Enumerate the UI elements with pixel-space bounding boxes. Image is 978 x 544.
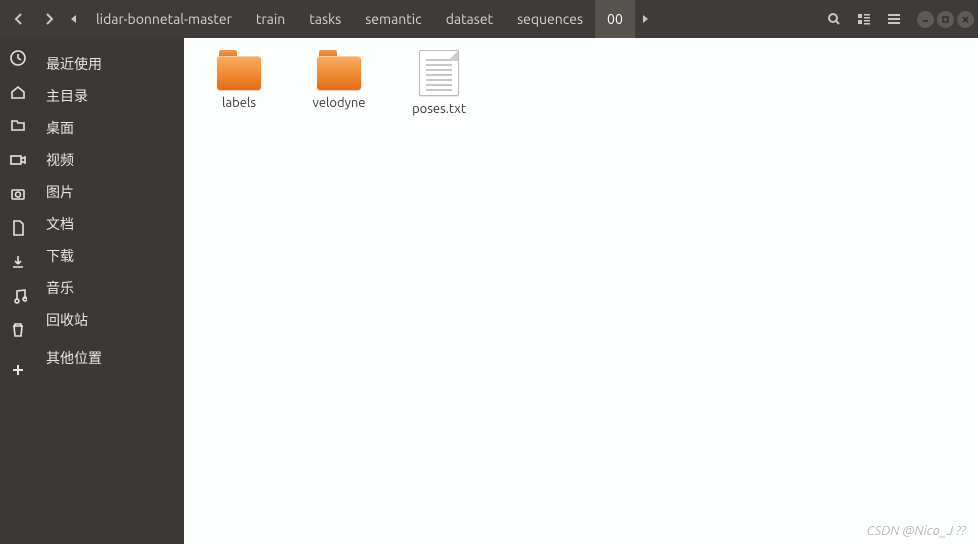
sidebar-item-videos[interactable]: 视频	[36, 144, 184, 176]
back-button[interactable]	[4, 4, 34, 34]
menu-button[interactable]	[879, 4, 909, 34]
sidebar-item-documents[interactable]: 文档	[36, 208, 184, 240]
breadcrumb: lidar-bonnetal-master train tasks semant…	[84, 0, 819, 38]
close-button[interactable]	[957, 11, 974, 28]
forward-button[interactable]	[34, 4, 64, 34]
other-locations-icon[interactable]	[8, 360, 28, 380]
videos-icon[interactable]	[8, 150, 28, 170]
home-icon[interactable]	[8, 82, 28, 102]
item-label: labels	[222, 96, 256, 110]
crumb-dataset[interactable]: dataset	[434, 0, 505, 38]
file-view[interactable]: labels velodyne poses.txt CSDN @Nico_J ?…	[184, 38, 978, 544]
file-poses-txt[interactable]: poses.txt	[404, 50, 474, 116]
recent-icon[interactable]	[8, 48, 28, 68]
crumb-00[interactable]: 00	[595, 0, 635, 38]
window-controls	[917, 11, 974, 28]
desktop-icon[interactable]	[8, 116, 28, 136]
sidebar-item-downloads[interactable]: 下载	[36, 240, 184, 272]
crumb-sequences[interactable]: sequences	[505, 0, 595, 38]
path-overflow-right-icon[interactable]	[635, 14, 655, 24]
downloads-icon[interactable]	[8, 252, 28, 272]
crumb-semantic[interactable]: semantic	[353, 0, 434, 38]
maximize-button[interactable]	[937, 11, 954, 28]
sidebar-item-home[interactable]: 主目录	[36, 80, 184, 112]
music-icon[interactable]	[8, 286, 28, 306]
item-label: poses.txt	[412, 102, 466, 116]
sidebar-item-recent[interactable]: 最近使用	[36, 48, 184, 80]
pictures-icon[interactable]	[8, 184, 28, 204]
crumb-train[interactable]: train	[244, 0, 297, 38]
sidebar-item-pictures[interactable]: 图片	[36, 176, 184, 208]
item-label: velodyne	[313, 96, 366, 110]
folder-velodyne[interactable]: velodyne	[304, 50, 374, 116]
watermark: CSDN @Nico_J ??	[867, 524, 966, 538]
minimize-button[interactable]	[917, 11, 934, 28]
sidebar-item-music[interactable]: 音乐	[36, 272, 184, 304]
search-button[interactable]	[819, 4, 849, 34]
folder-icon	[215, 50, 263, 90]
folder-labels[interactable]: labels	[204, 50, 274, 116]
text-file-icon	[419, 50, 459, 96]
documents-icon[interactable]	[8, 218, 28, 238]
sidebar-item-trash[interactable]: 回收站	[36, 304, 184, 336]
toolbar: lidar-bonnetal-master train tasks semant…	[0, 0, 978, 38]
crumb-tasks[interactable]: tasks	[297, 0, 353, 38]
path-overflow-left-icon[interactable]	[64, 14, 84, 24]
sidebar-item-other-locations[interactable]: 其他位置	[36, 342, 184, 374]
sidebar-item-desktop[interactable]: 桌面	[36, 112, 184, 144]
sidebar: 最近使用 主目录 桌面 视频 图片 文档 下载 音乐 回收站 其他位置	[36, 38, 184, 544]
trash-icon[interactable]	[8, 320, 28, 340]
places-icon-strip	[0, 38, 36, 544]
folder-icon	[315, 50, 363, 90]
crumb-lidar-bonnetal-master[interactable]: lidar-bonnetal-master	[84, 0, 244, 38]
view-toggle-button[interactable]	[849, 4, 879, 34]
